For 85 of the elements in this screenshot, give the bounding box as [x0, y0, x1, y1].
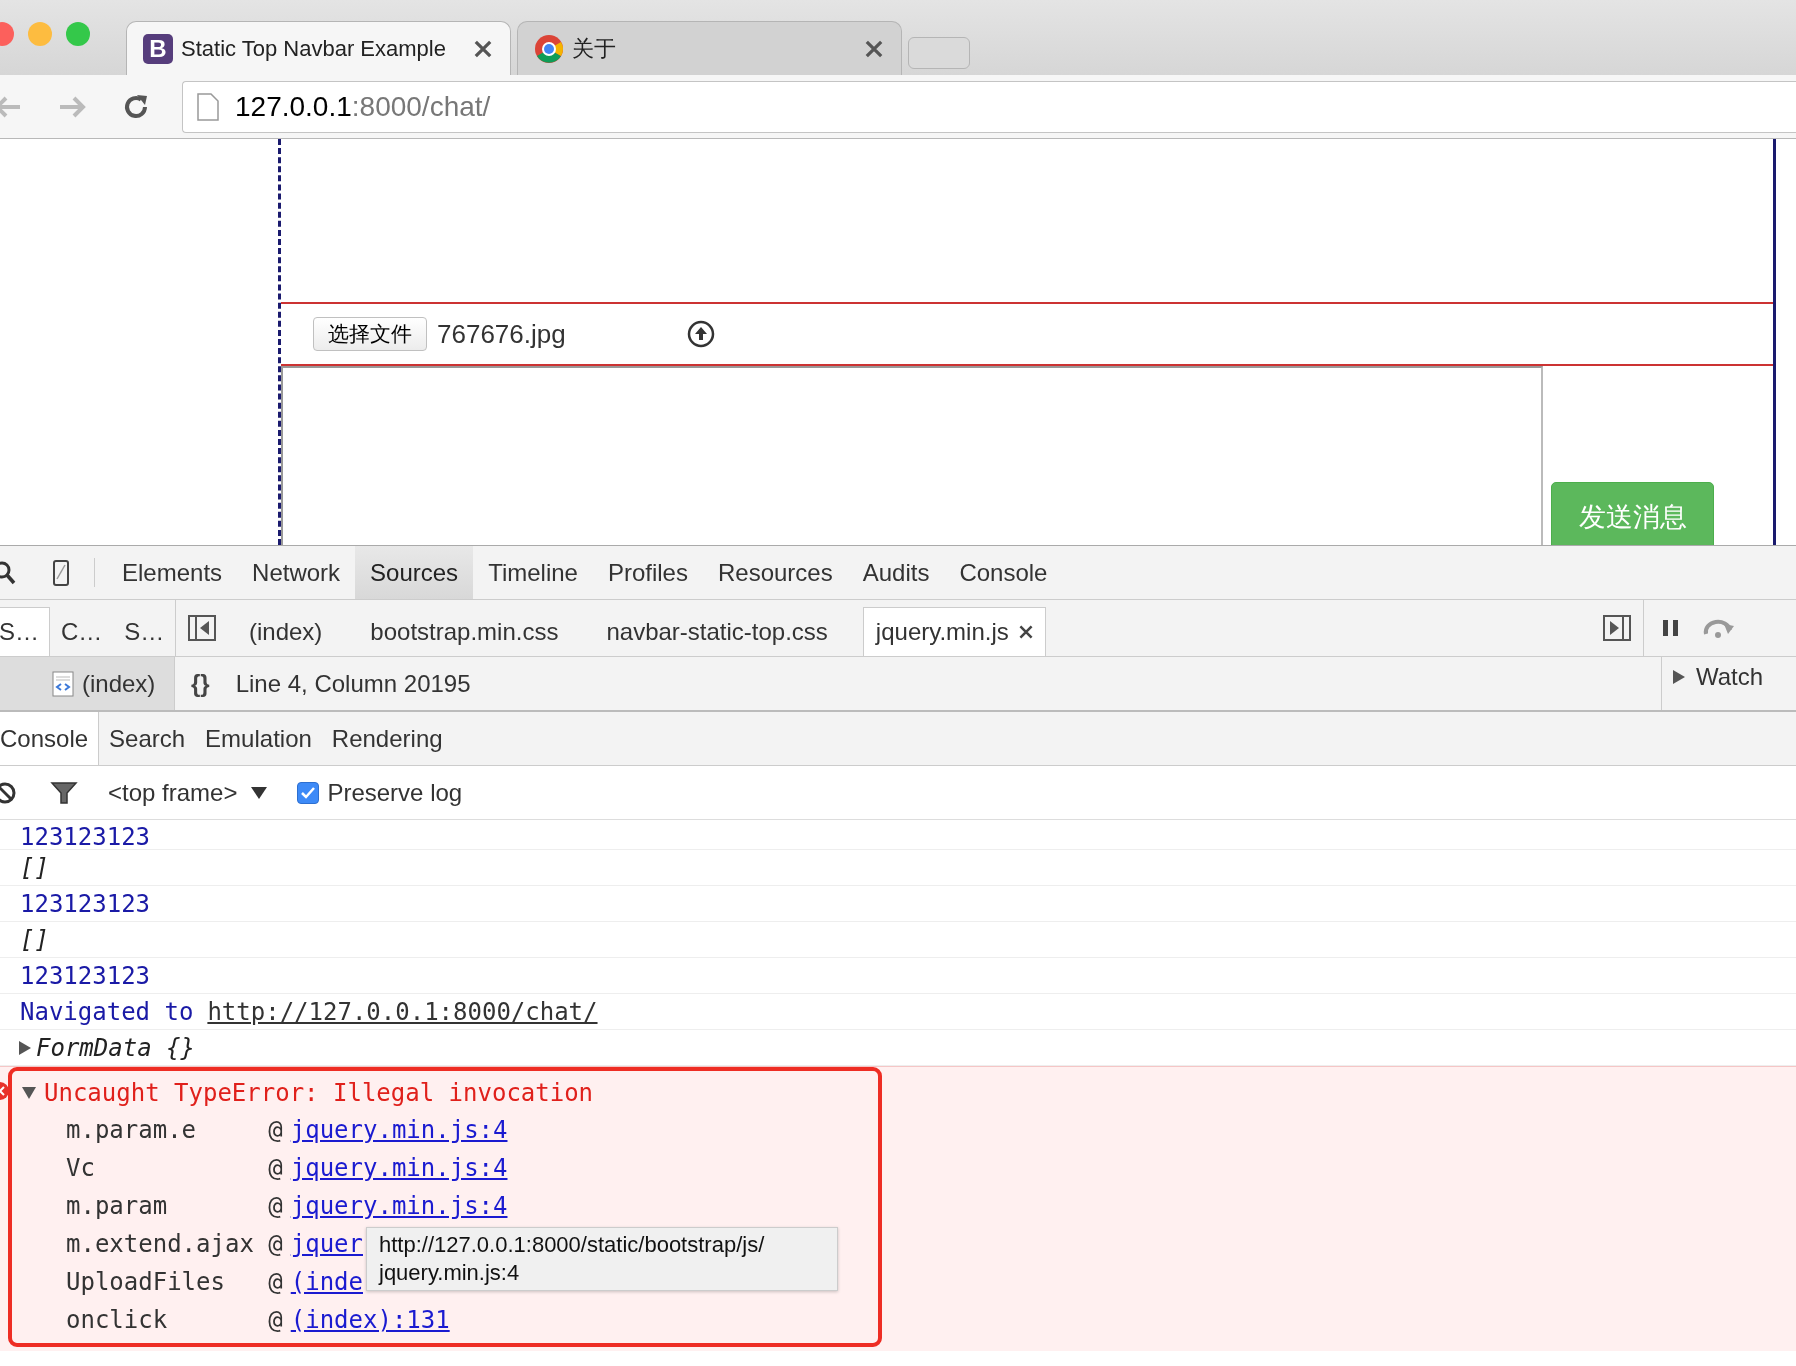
frame-selector[interactable]: <top frame>: [108, 778, 238, 807]
stack-function: m.param.e: [66, 1116, 198, 1144]
source-link[interactable]: (index):131: [290, 1306, 450, 1334]
pause-icon[interactable]: [1662, 618, 1680, 638]
stack-function: Vc: [66, 1154, 96, 1182]
browser-tab[interactable]: B Static Top Navbar Example: [126, 21, 511, 75]
log-object: FormData {}: [36, 1035, 195, 1060]
source-link[interactable]: (inde: [290, 1268, 363, 1296]
browser-logo-icon: [534, 33, 564, 64]
panel-tab[interactable]: Timeline: [473, 546, 593, 599]
editor-tab[interactable]: navbar-static-top.css: [593, 607, 841, 656]
expand-arrow-icon: [1672, 669, 1686, 685]
panel-tab[interactable]: Elements: [107, 546, 238, 599]
navigator-tab[interactable]: S…: [0, 607, 50, 656]
toggle-sidebar-icon[interactable]: [1603, 615, 1631, 641]
stack-function: m.extend.ajax: [66, 1230, 255, 1258]
at-sign: @: [268, 1230, 283, 1258]
pretty-print-button[interactable]: {}: [191, 669, 210, 698]
file-name: 767676.jpg: [437, 318, 567, 350]
editor-tab[interactable]: bootstrap.min.css: [357, 607, 572, 656]
at-sign: @: [268, 1268, 283, 1296]
filter-icon[interactable]: [50, 780, 78, 805]
drawer-tab[interactable]: Console: [0, 712, 100, 765]
navigation-message: Navigated to: [20, 999, 194, 1024]
drawer-tab[interactable]: Emulation: [195, 712, 322, 765]
at-sign: @: [268, 1154, 283, 1182]
browser-tab[interactable]: 关于: [517, 21, 902, 75]
step-over-icon[interactable]: [1702, 618, 1736, 638]
checkmark-icon: [301, 786, 316, 799]
preserve-log-checkbox[interactable]: [297, 781, 320, 804]
url-path: :8000/chat/: [351, 90, 491, 122]
clear-icon[interactable]: [0, 781, 16, 804]
navigator-tab[interactable]: S…: [113, 607, 175, 656]
collapse-arrow-icon[interactable]: [22, 1085, 36, 1101]
panel-tab[interactable]: Network: [237, 546, 356, 599]
watch-section[interactable]: Watch: [1672, 663, 1764, 691]
close-icon[interactable]: [474, 39, 492, 58]
navigator-tab[interactable]: C…: [50, 607, 114, 656]
page-icon: [197, 92, 219, 121]
logo-icon: B: [143, 33, 173, 64]
html-file-icon: [52, 670, 74, 697]
editor-tab[interactable]: (index): [236, 607, 336, 656]
at-sign: @: [268, 1192, 283, 1220]
log-number: 123123123: [20, 891, 151, 916]
device-icon[interactable]: [52, 558, 70, 587]
log-number: 123123123: [20, 963, 151, 988]
panel-tab[interactable]: Audits: [847, 546, 945, 599]
stack-function: m.param: [66, 1192, 169, 1220]
file-tree-item[interactable]: (index): [0, 657, 175, 710]
expand-arrow-icon[interactable]: [18, 1039, 32, 1056]
zoom-window-icon: [66, 21, 90, 46]
upload-icon[interactable]: [687, 320, 715, 348]
source-link[interactable]: jquery.min.js:4: [290, 1154, 508, 1182]
url-link[interactable]: http://127.0.0.1:8000/chat/: [207, 999, 598, 1024]
stack-function: UploadFiles: [66, 1268, 226, 1296]
close-icon[interactable]: [865, 39, 883, 58]
editor-tab[interactable]: jquery.min.js: [862, 607, 1046, 656]
dropdown-arrow-icon[interactable]: [251, 785, 268, 800]
error-message: Uncaught TypeError: Illegal invocation: [44, 1079, 594, 1107]
close-tab-icon[interactable]: [1018, 625, 1033, 639]
preserve-log-label: Preserve log: [327, 778, 463, 807]
log-number: 123123123: [20, 825, 151, 849]
toggle-navigator-icon[interactable]: [188, 615, 216, 641]
source-link[interactable]: jquery.min.js:4: [290, 1116, 508, 1144]
link-tooltip: http://127.0.0.1:8000/static/bootstrap/js/ jquery.min.js:4: [366, 1227, 838, 1291]
at-sign: @: [268, 1306, 283, 1334]
panel-tab[interactable]: Resources: [702, 546, 848, 599]
source-link[interactable]: jquery.min.js:4: [290, 1192, 508, 1220]
choose-file-button[interactable]: 选择文件: [313, 317, 427, 351]
search-icon[interactable]: [0, 560, 16, 585]
log-array: []: [20, 927, 49, 952]
stack-function: onclick: [66, 1306, 169, 1334]
log-array: []: [20, 855, 49, 880]
url-host: 127.0.0.1: [235, 90, 352, 122]
panel-tab[interactable]: Console: [944, 546, 1063, 599]
address-bar[interactable]: 127.0.0.1:8000/chat/: [182, 80, 1796, 133]
drawer-tab[interactable]: Rendering: [321, 712, 453, 765]
reload-icon[interactable]: [122, 92, 150, 121]
source-link[interactable]: jquer: [290, 1230, 363, 1258]
panel-tab[interactable]: Sources: [355, 546, 474, 599]
minimize-window-icon: [28, 21, 52, 46]
panel-tab[interactable]: Profiles: [592, 546, 703, 599]
drawer-tab[interactable]: Search: [99, 712, 196, 765]
cursor-position: Line 4, Column 20195: [235, 669, 471, 698]
at-sign: @: [268, 1116, 283, 1144]
